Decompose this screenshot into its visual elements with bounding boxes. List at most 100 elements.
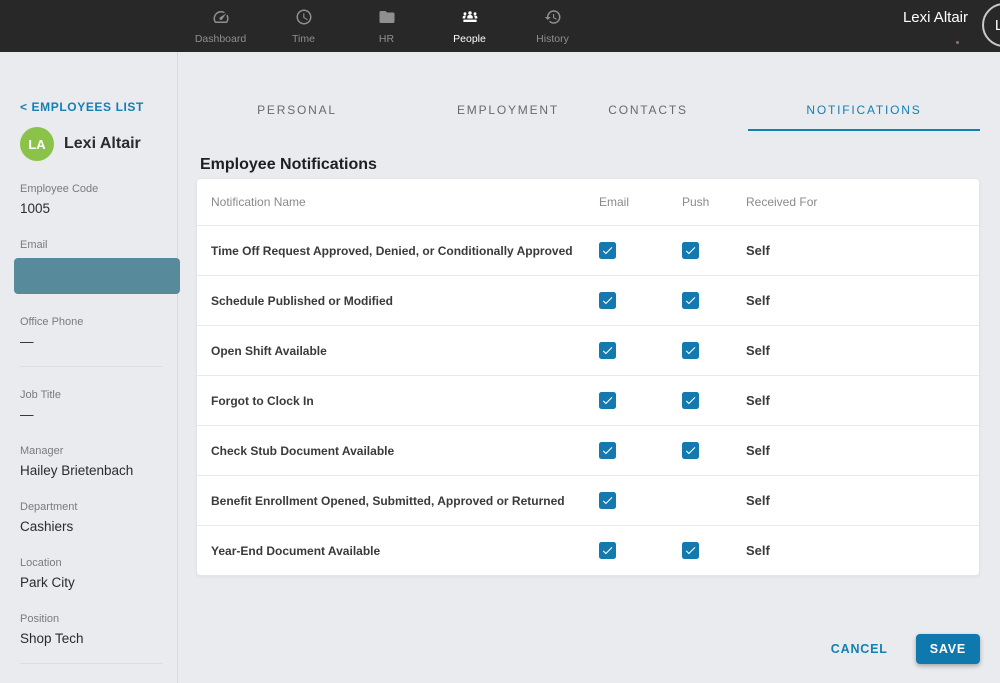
form-actions: CANCEL SAVE [831,634,980,664]
nav-item-label: Dashboard [195,34,246,45]
nav-item-hr[interactable]: HR [345,0,428,52]
field-label: Office Phone [20,316,163,329]
nav-item-dashboard[interactable]: Dashboard [179,0,262,52]
save-button[interactable]: SAVE [916,634,980,664]
field-email: Email [20,239,163,294]
nav-item-label: History [536,34,569,45]
push-checkbox[interactable] [682,392,699,409]
email-cell [599,442,682,459]
tab-notifications[interactable]: NOTIFICATIONS [806,103,921,117]
field-value: — [20,333,163,350]
push-cell [682,542,746,559]
field-employee-code: Employee Code 1005 [20,183,163,217]
received-for-value: Self [746,343,979,358]
check-icon [684,394,697,407]
sidebar-divider [20,663,163,664]
nav-item-time[interactable]: Time [262,0,345,52]
nav-item-label: People [453,34,486,45]
push-checkbox[interactable] [682,242,699,259]
email-checkbox[interactable] [599,392,616,409]
push-checkbox[interactable] [682,292,699,309]
user-name[interactable]: Lexi Altair [903,9,968,26]
email-cell [599,292,682,309]
table-header-row: Notification Name Email Push Received Fo… [197,179,979,225]
tab-bar: PERSONAL EMPLOYMENT CONTACTS NOTIFICATIO… [196,95,980,131]
email-checkbox[interactable] [599,542,616,559]
push-cell [682,342,746,359]
field-label: Employee Code [20,183,163,196]
field-label: Position [20,613,163,626]
received-for-value: Self [746,393,979,408]
field-value: — [20,406,163,423]
email-checkbox[interactable] [599,342,616,359]
employee-profile: LA Lexi Altair [20,127,163,161]
check-icon [684,544,697,557]
back-chevron-icon: < [20,100,28,114]
notification-name: Year-End Document Available [211,544,599,558]
nav-items: Dashboard Time HR People History [179,0,594,52]
received-for-value: Self [746,293,979,308]
main-content: PERSONAL EMPLOYMENT CONTACTS NOTIFICATIO… [178,52,1000,683]
notifications-table-body: Time Off Request Approved, Denied, or Co… [197,225,979,575]
push-checkbox[interactable] [682,542,699,559]
folder-icon [378,8,396,31]
user-avatar[interactable]: LA [982,3,1000,47]
field-value: Cashiers [20,518,163,535]
field-label: Manager [20,445,163,458]
received-for-value: Self [746,243,979,258]
tab-employment[interactable]: EMPLOYMENT [457,103,559,117]
email-checkbox[interactable] [599,242,616,259]
check-icon [684,344,697,357]
column-header-email: Email [599,195,682,209]
received-for-value: Self [746,543,979,558]
field-value: Shop Tech [20,630,163,647]
field-value: 1005 [20,200,163,217]
check-icon [601,494,614,507]
field-office-phone: Office Phone — [20,316,163,350]
employee-name: Lexi Altair [64,135,141,153]
table-row: Time Off Request Approved, Denied, or Co… [197,225,979,275]
field-label: Job Title [20,389,163,402]
cancel-button[interactable]: CANCEL [831,642,888,656]
table-row: Schedule Published or Modified Self [197,275,979,325]
push-cell [682,242,746,259]
nav-item-history[interactable]: History [511,0,594,52]
nav-item-people[interactable]: People [428,0,511,52]
email-cell [599,492,682,509]
nav-item-label: HR [379,34,394,45]
email-cell [599,342,682,359]
column-header-received-for: Received For [746,195,979,209]
check-icon [684,244,697,257]
field-manager: Manager Hailey Brietenbach [20,445,163,479]
push-checkbox[interactable] [682,342,699,359]
field-value: Hailey Brietenbach [20,462,163,479]
notification-name: Time Off Request Approved, Denied, or Co… [211,244,599,258]
field-value: Park City [20,574,163,591]
clock-icon [295,8,313,31]
history-icon [544,8,562,31]
check-icon [601,244,614,257]
app-window: Dashboard Time HR People History Lexi Al… [0,0,1000,683]
email-redaction-box [14,258,180,294]
column-header-notification-name: Notification Name [211,195,599,209]
table-row: Check Stub Document Available Self [197,425,979,475]
field-job-title: Job Title — [20,389,163,423]
email-checkbox[interactable] [599,492,616,509]
back-to-employees-link[interactable]: < EMPLOYEES LIST [20,100,163,114]
field-label: Email [20,239,163,252]
email-checkbox[interactable] [599,292,616,309]
tab-personal[interactable]: PERSONAL [257,103,337,117]
nav-item-label: Time [292,34,315,45]
tab-contacts[interactable]: CONTACTS [608,103,688,117]
check-icon [601,294,614,307]
top-navbar: Dashboard Time HR People History Lexi Al… [0,0,1000,52]
notification-name: Open Shift Available [211,344,599,358]
email-cell [599,242,682,259]
email-checkbox[interactable] [599,442,616,459]
check-icon [601,394,614,407]
check-icon [684,444,697,457]
check-icon [601,344,614,357]
notification-name: Forgot to Clock In [211,394,599,408]
back-link-label: EMPLOYEES LIST [32,100,144,114]
push-checkbox[interactable] [682,442,699,459]
